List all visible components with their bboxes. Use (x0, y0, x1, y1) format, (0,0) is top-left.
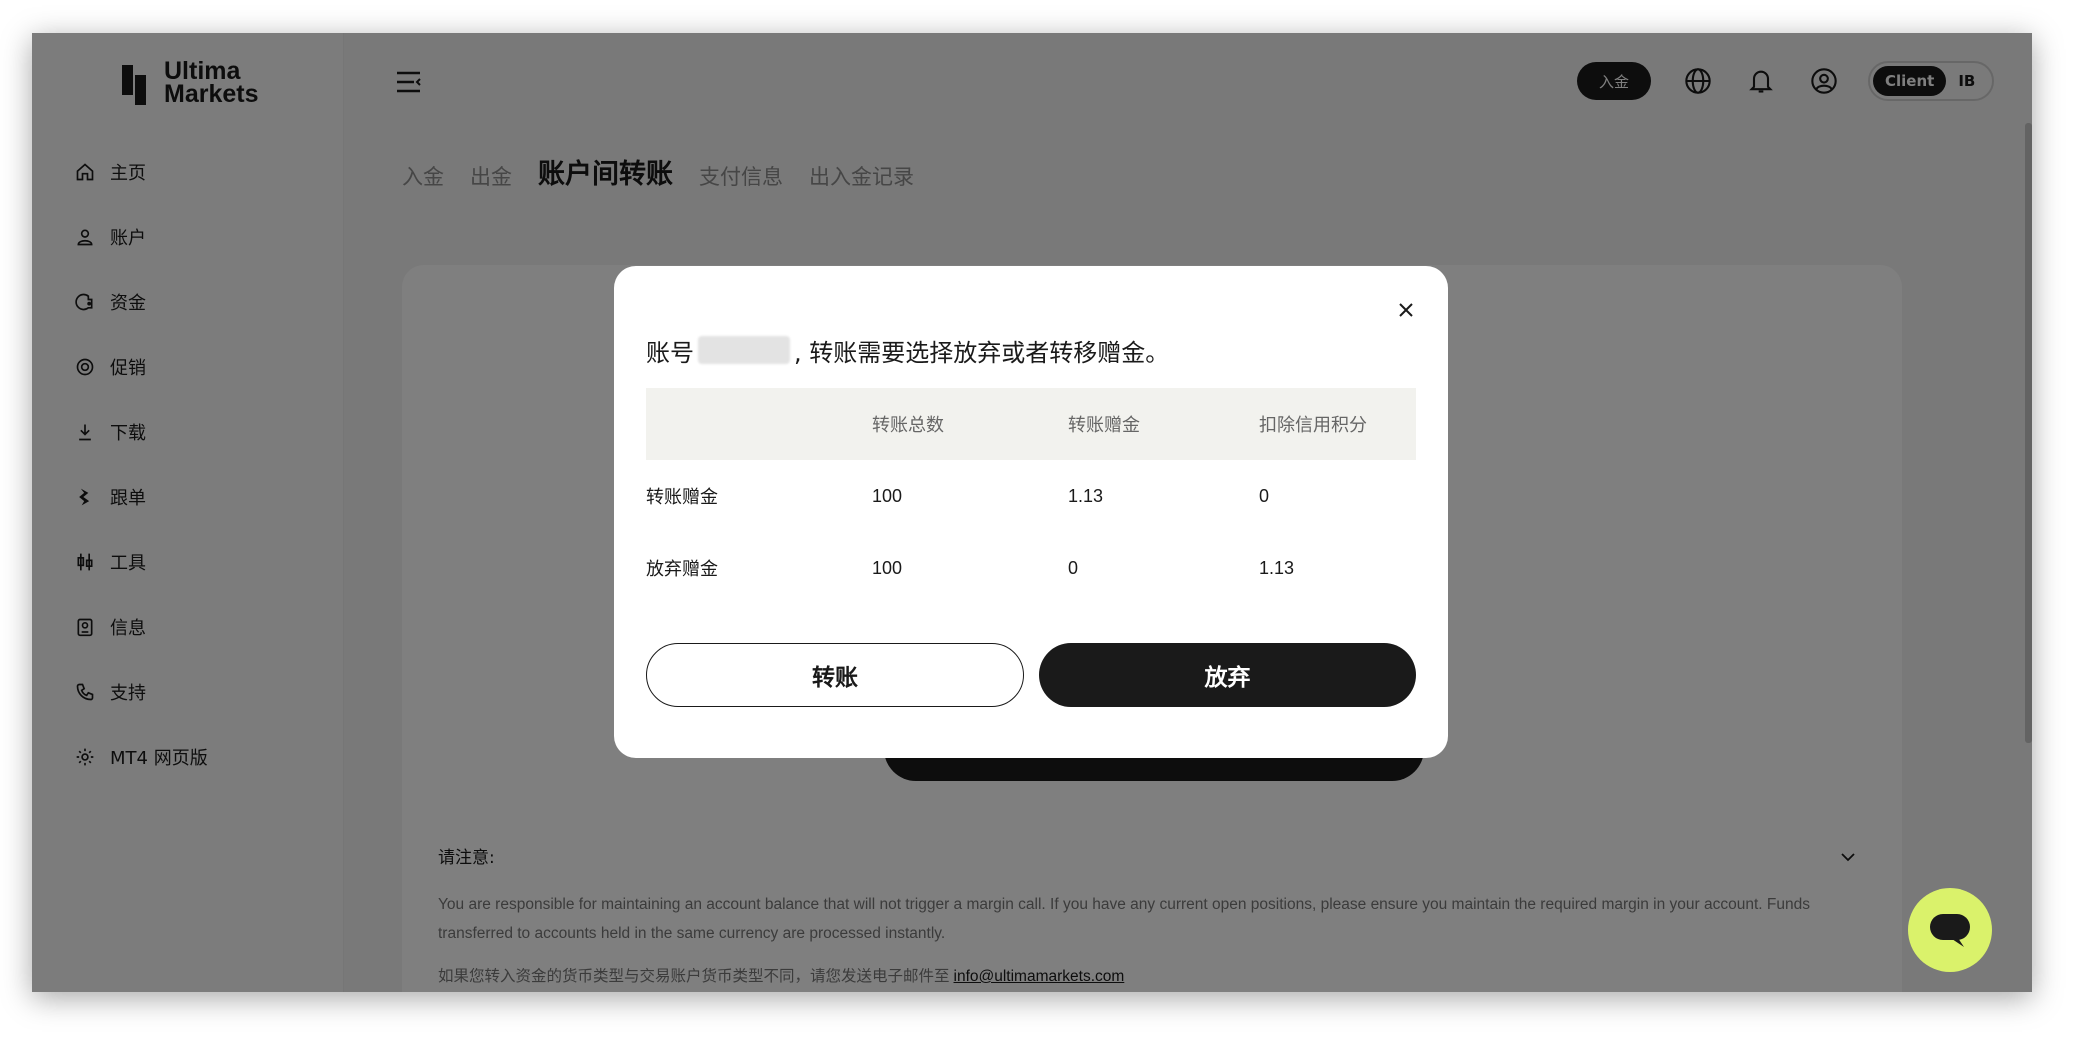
table-row: 转账赠金 100 1.13 0 (646, 460, 1416, 532)
dialog-message-prefix: 账号 (646, 338, 694, 367)
table-header-cell: 扣除信用积分 (1259, 415, 1367, 436)
redacted-account-number (698, 336, 790, 364)
close-icon[interactable] (1396, 300, 1416, 320)
table-cell: 100 (872, 557, 903, 578)
table-cell: 0 (1259, 485, 1270, 506)
bonus-transfer-dialog: 账号 , 转账需要选择放弃或者转移赠金。 转账总数 转账赠金 扣除信用积分 转账… (614, 266, 1448, 758)
chat-bubble-icon (1930, 914, 1970, 947)
table-header-row: 转账总数 转账赠金 扣除信用积分 (646, 388, 1416, 460)
dialog-message-suffix: , 转账需要选择放弃或者转移赠金。 (794, 338, 1170, 367)
table-cell: 转账赠金 (646, 487, 718, 508)
table-cell: 放弃赠金 (646, 559, 718, 580)
transfer-bonus-button[interactable]: 转账 (646, 643, 1024, 707)
forfeit-bonus-button[interactable]: 放弃 (1039, 643, 1416, 707)
table-cell: 100 (872, 485, 903, 506)
table-header-cell (646, 388, 872, 460)
table-row: 放弃赠金 100 0 1.13 (646, 532, 1416, 604)
table-cell: 1.13 (1259, 557, 1295, 578)
bonus-table: 转账总数 转账赠金 扣除信用积分 转账赠金 100 1.13 0 放弃赠金 10… (646, 388, 1416, 604)
app-window: Ultima Markets 主页 账户 资金 促销 (32, 33, 2032, 992)
dialog-message: 账号 , 转账需要选择放弃或者转移赠金。 (646, 332, 1169, 368)
live-chat-button[interactable] (1908, 888, 1992, 972)
table-cell: 1.13 (1068, 485, 1104, 506)
table-cell: 0 (1068, 557, 1079, 578)
table-header-cell: 转账总数 (872, 415, 944, 436)
table-header-cell: 转账赠金 (1068, 415, 1140, 436)
